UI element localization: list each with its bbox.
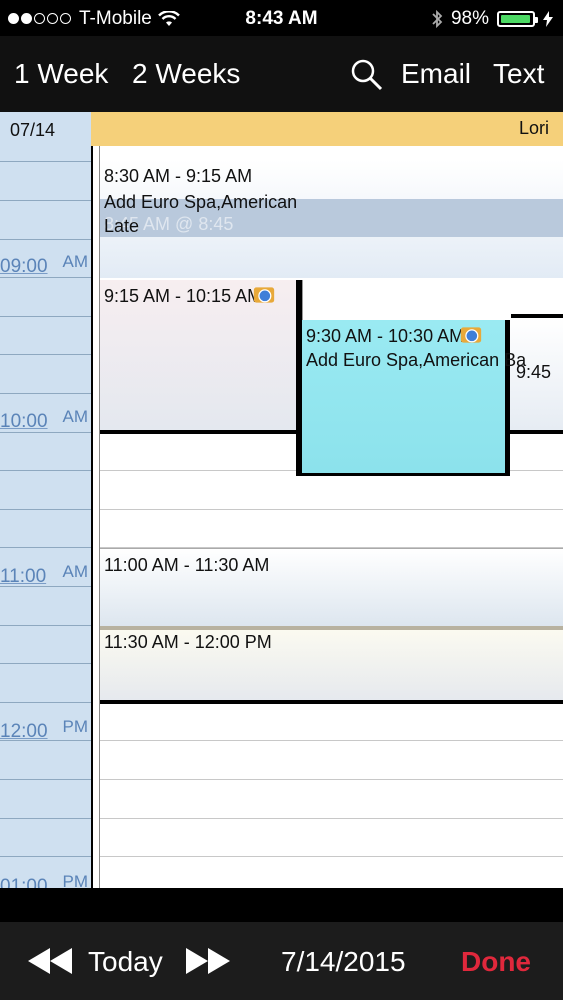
appointment-block[interactable]: 11:30 AM - 12:00 PM: [100, 626, 563, 704]
current-date[interactable]: 7/14/2015: [281, 946, 406, 978]
appointment-block[interactable]: 11:00 AM - 11:30 AM: [100, 548, 563, 626]
bottom-toolbar: Today 7/14/2015 Done: [0, 922, 563, 1000]
bluetooth-icon: [432, 9, 443, 29]
selected-appointment[interactable]: 9:30 AM - 10:30 AM Add Euro Spa,American…: [302, 320, 526, 473]
two-weeks-button[interactable]: 2 Weeks: [132, 58, 240, 90]
email-button[interactable]: Email: [401, 58, 471, 90]
time-label-11am: 11:00 AM: [0, 562, 88, 587]
time-label-1pm: 01:00 PM: [0, 872, 88, 888]
column-divider: [91, 146, 100, 888]
rewind-icon[interactable]: [28, 948, 72, 974]
battery-icon: [497, 11, 538, 27]
top-toolbar: 1 Week 2 Weeks Email Text: [0, 36, 563, 112]
appointment-block[interactable]: 9:15 AM - 10:15 AM: [100, 280, 300, 434]
fast-forward-icon[interactable]: [186, 948, 230, 974]
appointment-block[interactable]: 9:45: [507, 314, 563, 434]
appointment-time: 11:30 AM - 12:00 PM: [104, 632, 272, 652]
done-button[interactable]: Done: [461, 946, 531, 978]
appointment-time: 9:30 AM - 10:30 AM: [306, 326, 465, 346]
time-label-10am: 10:00 AM: [0, 407, 88, 432]
globe-icon: [460, 327, 482, 343]
date-header: 07/14: [0, 112, 91, 146]
today-button[interactable]: Today: [88, 946, 163, 978]
calendar-header: 07/14 Lori: [0, 112, 563, 146]
battery-percent: 98%: [450, 8, 489, 29]
footer-gap: [0, 888, 563, 922]
one-week-button[interactable]: 1 Week: [14, 58, 108, 90]
appointment-note: Late: [104, 216, 140, 236]
appointment-time: 11:00 AM - 11:30 AM: [104, 555, 270, 575]
appointment-description: Add Euro Spa,American: [104, 192, 298, 212]
status-right: 98%: [431, 8, 553, 30]
time-column: 09:00 AM 10:00 AM 11:00 AM 12:00 PM 01:00 PM: [0, 146, 91, 888]
search-icon[interactable]: [350, 58, 384, 92]
appointment-block[interactable]: 8:45 AM @ 8:45 8:30 AM - 9:15 AM Add Eur…: [100, 160, 563, 278]
schedule-grid[interactable]: 8:45 AM @ 8:45 8:30 AM - 9:15 AM Add Eur…: [91, 146, 563, 888]
appointment-description: Add Euro Spa,American Ba: [306, 350, 527, 370]
globe-icon: [253, 287, 275, 303]
time-label-9am: 09:00 AM: [0, 252, 88, 277]
appointment-time: 8:30 AM - 9:15 AM: [104, 166, 253, 186]
selected-appointment-top: [302, 280, 511, 320]
staff-header[interactable]: Lori: [91, 112, 563, 146]
time-label-12pm: 12:00 PM: [0, 717, 88, 742]
appointment-time: 9:15 AM - 10:15 AM: [104, 286, 263, 306]
text-button[interactable]: Text: [493, 58, 544, 90]
status-bar: T-Mobile 8:43 AM 98%: [0, 0, 563, 36]
charging-icon: [543, 11, 553, 27]
day-calendar[interactable]: 07/14 Lori 09:00 AM 10:00 AM 11:00 AM 12:00…: [0, 112, 563, 888]
